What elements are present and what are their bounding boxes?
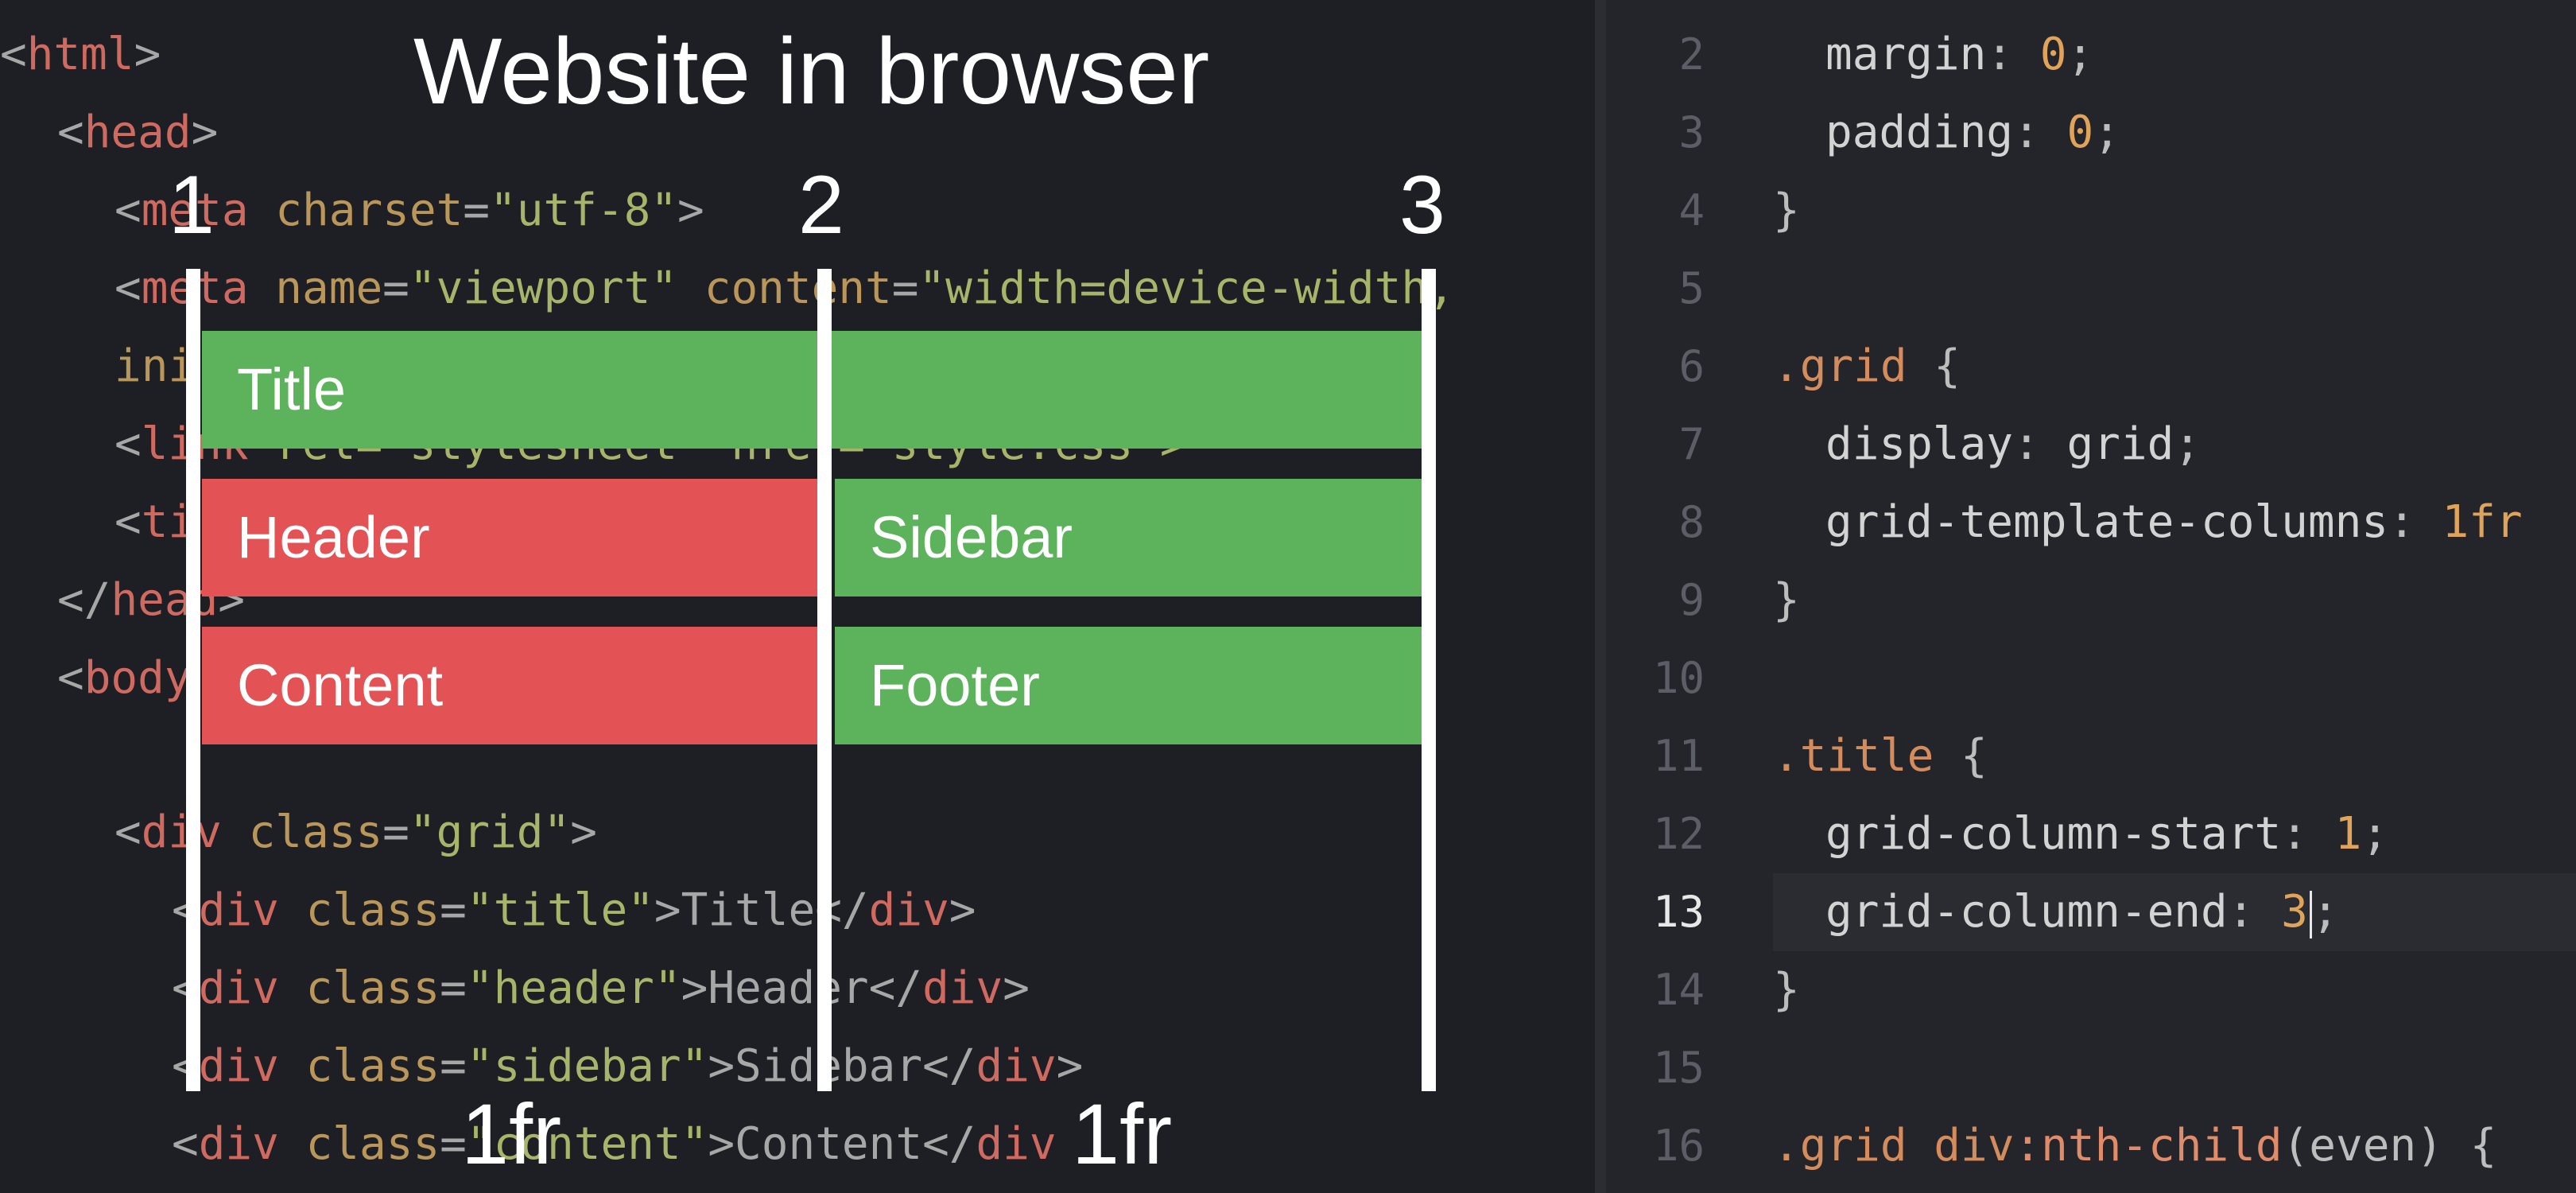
line-number: 10 xyxy=(1652,653,1705,703)
content-block: Content xyxy=(202,627,819,744)
sidebar-block: Sidebar xyxy=(835,479,1422,596)
line-number: 8 xyxy=(1678,497,1705,547)
line-number-active: 13 xyxy=(1652,887,1705,937)
grid-line-1 xyxy=(186,269,200,1091)
pane-divider[interactable] xyxy=(1595,0,1606,1193)
line-number: 16 xyxy=(1652,1121,1705,1171)
line-number: 3 xyxy=(1678,107,1705,157)
grid-line-2 xyxy=(817,269,832,1091)
footer-block: Footer xyxy=(835,627,1422,744)
code-line: .grid { xyxy=(1773,340,1961,392)
title-block: Title xyxy=(202,331,1422,449)
fr-label-column-1: 1fr xyxy=(461,1086,562,1182)
line-number: 12 xyxy=(1652,809,1705,859)
fr-label-column-2: 1fr xyxy=(1072,1086,1173,1182)
code-line: grid-column-start: 1; xyxy=(1825,808,2389,860)
line-number: 14 xyxy=(1652,965,1705,1015)
grid-line-number-3: 3 xyxy=(1399,159,1445,251)
line-number: 11 xyxy=(1652,731,1705,781)
line-number: 6 xyxy=(1678,341,1705,391)
code-line: grid-template-columns: 1fr xyxy=(1825,496,2523,548)
line-number: 5 xyxy=(1678,263,1705,313)
header-block: Header xyxy=(202,479,819,596)
code-line: .title { xyxy=(1773,730,1988,782)
code-line: } xyxy=(1773,574,1800,626)
code-line: margin: 0; xyxy=(1825,29,2094,80)
code-line-active[interactable]: grid-column-end: 3; xyxy=(1825,873,2339,951)
grid-line-number-1: 1 xyxy=(169,159,215,251)
code-line: } xyxy=(1773,964,1800,1016)
line-number: 7 xyxy=(1678,419,1705,469)
code-line: padding: 0; xyxy=(1825,107,2120,158)
line-number: 4 xyxy=(1678,185,1705,235)
code-line: .grid div:nth-child(even) { xyxy=(1773,1120,2497,1172)
line-number: 2 xyxy=(1678,29,1705,80)
overlay-title: Website in browser xyxy=(413,19,1210,124)
line-number: 9 xyxy=(1678,575,1705,625)
line-number: 15 xyxy=(1652,1043,1705,1093)
grid-overlay: Website in browser Title Header Sidebar … xyxy=(0,0,1598,1193)
code-line: } xyxy=(1773,185,1800,236)
css-editor-pane[interactable]: 2 3 4 5 6 7 8 9 10 11 12 13 14 15 16 mar… xyxy=(1606,0,2576,1193)
html-editor-pane[interactable]: <html> <head> <meta charset="utf-8"> <me… xyxy=(0,0,1598,1193)
grid-line-number-2: 2 xyxy=(798,159,844,251)
grid-line-3 xyxy=(1422,269,1436,1091)
code-line: display: grid; xyxy=(1825,418,2202,470)
